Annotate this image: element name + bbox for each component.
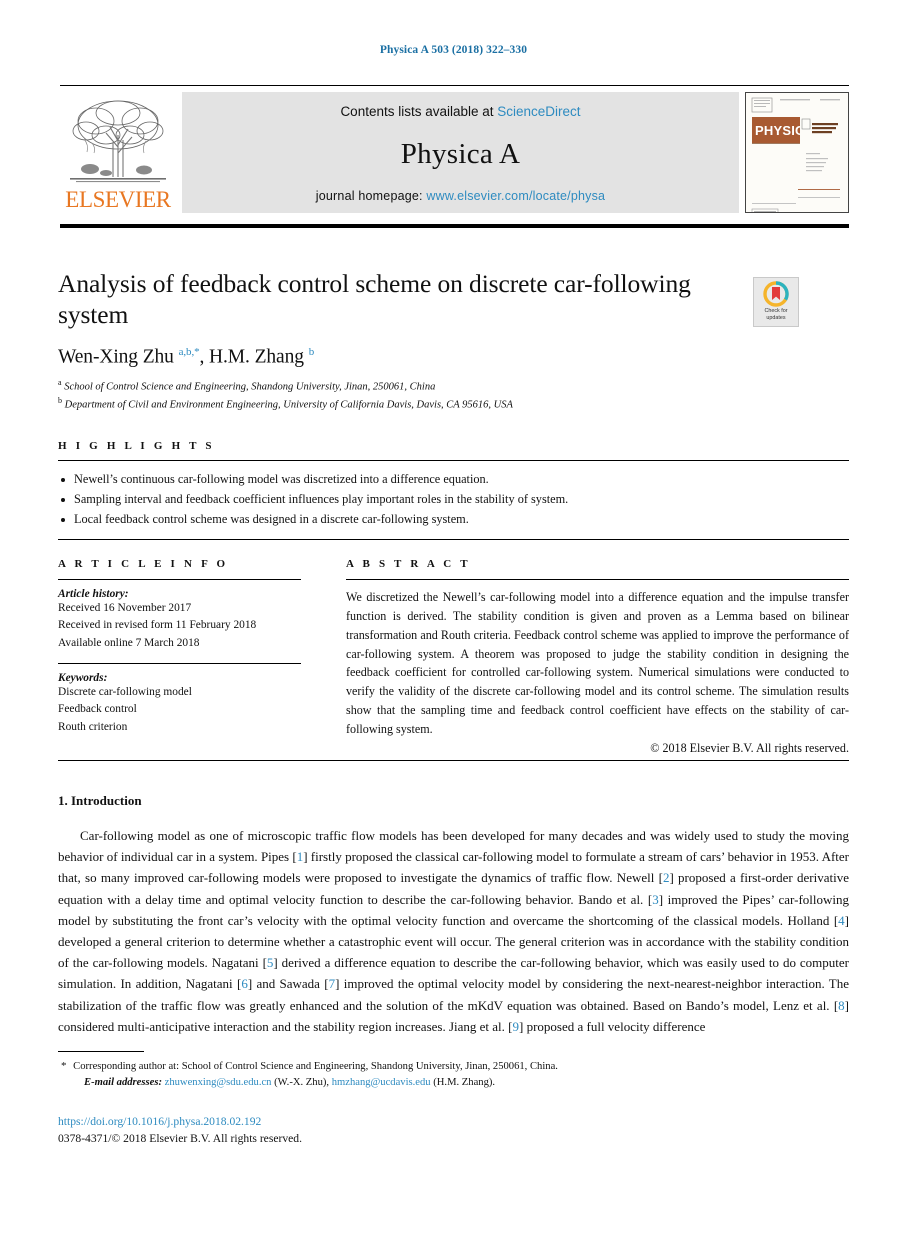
page-title: Analysis of feedback control scheme on d… <box>58 269 691 330</box>
keywords-divider <box>58 662 301 664</box>
journal-cover-thumbnail: PHYSICA <box>745 92 849 213</box>
email-addresses-note: E-mail addresses: zhuwenxing@sdu.edu.cn … <box>84 1077 496 1089</box>
masthead-bottom-rule <box>60 224 849 228</box>
homepage-prefix: journal homepage: <box>315 189 427 203</box>
article-history-label: Article history: <box>58 588 129 600</box>
journal-title: Physica A <box>400 137 521 170</box>
elsevier-wordmark: ELSEVIER <box>65 187 171 212</box>
history-line: Received in revised form 11 February 201… <box>58 619 257 632</box>
elsevier-logo: ELSEVIER <box>60 92 176 213</box>
affiliations: a School of Control Science and Engineer… <box>58 377 748 414</box>
journal-homepage-line: journal homepage: www.elsevier.com/locat… <box>316 189 605 203</box>
highlights-section: H I G H L I G H T S Newell’s continuous … <box>58 440 849 540</box>
keyword: Feedback control <box>58 703 137 716</box>
cover-artwork: PHYSICA <box>746 93 846 212</box>
list-item: Local feedback control scheme was design… <box>58 510 849 530</box>
introduction-section: 1. Introduction Car-following model as o… <box>58 793 849 1037</box>
abstract-copyright: © 2018 Elsevier B.V. All rights reserved… <box>650 740 849 755</box>
highlights-top-rule <box>58 460 849 461</box>
crossmark-icon <box>763 281 789 307</box>
keywords-label: Keywords: <box>58 671 108 684</box>
running-head: Physica A 503 (2018) 322–330 <box>379 44 528 56</box>
elsevier-tree-icon <box>70 100 166 183</box>
paper-page: Physica A 503 (2018) 322–330 ELSEVIER Co… <box>0 0 907 1238</box>
highlights-list: Newell’s continuous car-following model … <box>58 470 849 530</box>
crossmark-caption: Check for updates <box>764 308 788 321</box>
affiliation-a: a School of Control Science and Engineer… <box>58 377 436 393</box>
highlights-heading: H I G H L I G H T S <box>58 440 215 452</box>
footnote-separator-rule <box>58 1051 144 1052</box>
author-list: Wen-Xing Zhu a,b,*, H.M. Zhang b <box>58 346 315 368</box>
history-line: Received 16 November 2017 <box>58 602 192 614</box>
contents-available-line: Contents lists available at ScienceDirec… <box>340 104 580 119</box>
journal-band: Contents lists available at ScienceDirec… <box>182 92 739 213</box>
article-info-column: A R T I C L E I N F O Article history: R… <box>58 558 301 756</box>
list-item: Newell’s continuous car-following model … <box>58 470 849 490</box>
abstract-body: We discretized the Newell’s car-followin… <box>346 590 849 737</box>
highlights-bottom-rule <box>58 538 849 540</box>
abstract-rule <box>346 579 849 580</box>
journal-masthead: ELSEVIER Contents lists available at Sci… <box>60 85 849 213</box>
keyword: Discrete car-following model <box>58 685 192 698</box>
title-block: Analysis of feedback control scheme on d… <box>58 268 748 413</box>
list-item: Sampling interval and feedback coefficie… <box>58 490 849 510</box>
article-info-rule <box>58 579 301 580</box>
introduction-paragraph: Car-following model as one of microscopi… <box>58 828 850 1034</box>
doi-block: https://doi.org/10.1016/j.physa.2018.02.… <box>58 1113 849 1148</box>
keyword: Routh criterion <box>58 720 128 733</box>
abstract-heading: A B S T R A C T <box>346 558 471 570</box>
doi-link[interactable]: https://doi.org/10.1016/j.physa.2018.02.… <box>58 1113 849 1130</box>
corresponding-author-note: * Corresponding author at: School of Con… <box>61 1060 558 1072</box>
info-abstract-row: A R T I C L E I N F O Article history: R… <box>58 558 849 756</box>
introduction-heading: 1. Introduction <box>58 793 142 808</box>
article-info-heading: A R T I C L E I N F O <box>58 558 229 570</box>
footnotes-block: * Corresponding author at: School of Con… <box>58 1058 849 1092</box>
history-line: Available online 7 March 2018 <box>58 636 200 649</box>
journal-homepage-link[interactable]: www.elsevier.com/locate/physa <box>426 189 605 203</box>
issn-copyright-line: 0378-4371/© 2018 Elsevier B.V. All right… <box>58 1132 302 1146</box>
contents-prefix: Contents lists available at <box>340 104 498 119</box>
sciencedirect-link[interactable]: ScienceDirect <box>497 104 580 119</box>
affiliation-b: b Department of Civil and Environment En… <box>58 395 513 411</box>
abstract-column: A B S T R A C T We discretized the Newel… <box>346 558 849 756</box>
crossmark-badge[interactable]: Check for updates <box>753 277 799 327</box>
info-bottom-rule <box>58 760 849 761</box>
